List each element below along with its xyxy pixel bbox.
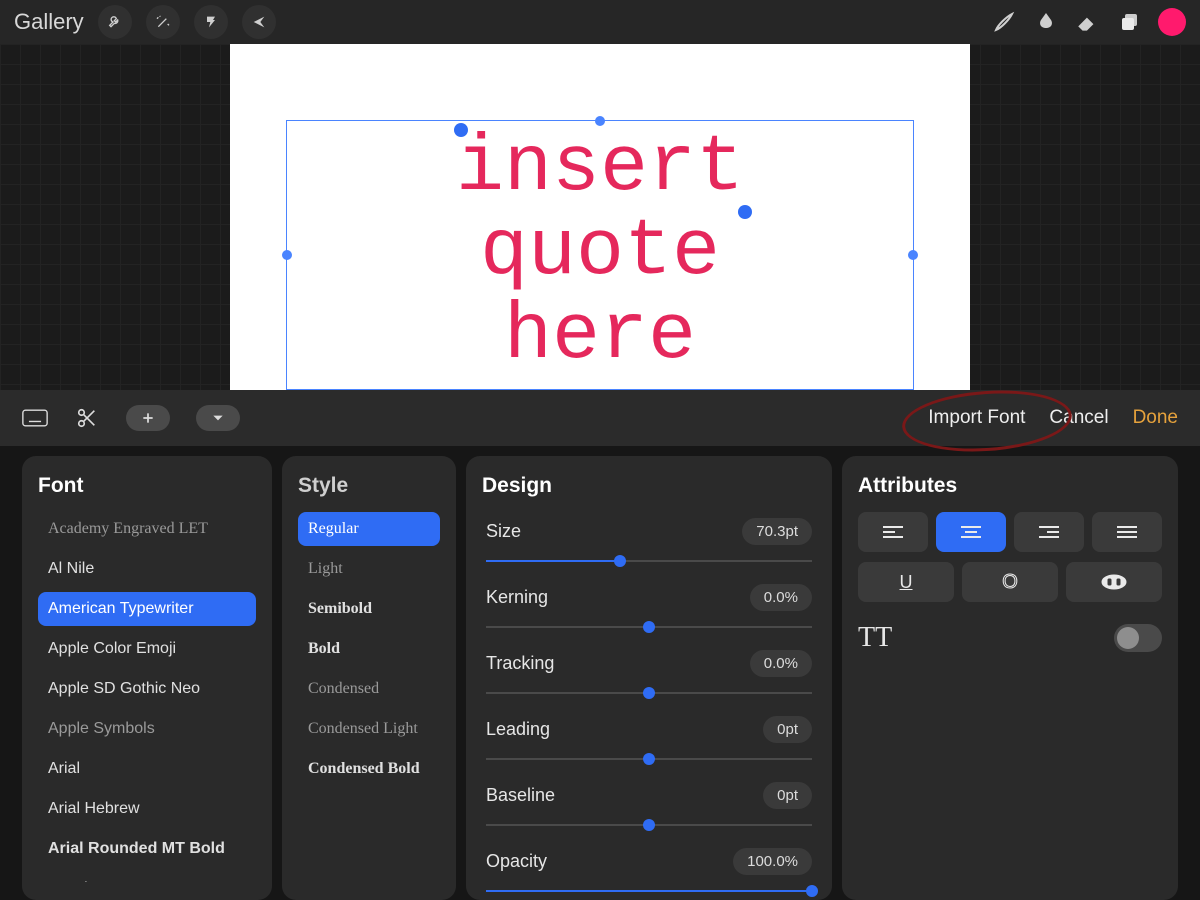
design-label: Size — [486, 521, 521, 542]
alignment-row — [858, 512, 1162, 552]
design-slider[interactable] — [486, 686, 812, 700]
style-list[interactable]: Regular Light Semibold Bold Condensed Condens… — [298, 512, 440, 786]
font-item[interactable]: Arial — [38, 752, 256, 786]
design-label: Leading — [486, 719, 550, 740]
align-left-button[interactable] — [858, 512, 928, 552]
font-item[interactable]: Apple Symbols — [38, 712, 256, 746]
attributes-panel: Attributes U O TT — [842, 456, 1178, 900]
text-caret-start[interactable] — [454, 123, 468, 137]
canvas[interactable]: insert quote here — [230, 44, 970, 390]
attributes-panel-title: Attributes — [858, 474, 1162, 498]
text-selection-box[interactable]: insert quote here — [286, 120, 914, 390]
design-row: Leading 0pt — [486, 710, 812, 748]
top-toolbar: Gallery — [0, 0, 1200, 44]
font-panel: Font Academy Engraved LET Al Nile American… — [22, 456, 272, 900]
wrench-icon[interactable] — [98, 5, 132, 39]
design-row: Baseline 0pt — [486, 776, 812, 814]
design-value[interactable]: 0.0% — [750, 584, 812, 611]
add-button[interactable] — [126, 405, 170, 431]
style-item[interactable]: Semibold — [298, 592, 440, 626]
capitals-label: TT — [858, 622, 892, 654]
gallery-button[interactable]: Gallery — [14, 9, 84, 35]
smudge-icon[interactable] — [1032, 8, 1060, 36]
style-item[interactable]: Condensed — [298, 672, 440, 706]
style-item[interactable]: Regular — [298, 512, 440, 546]
design-value[interactable]: 70.3pt — [742, 518, 812, 545]
style-row: U O — [858, 562, 1162, 602]
keyboard-icon[interactable] — [22, 405, 48, 431]
done-button[interactable]: Done — [1133, 407, 1178, 429]
text-word-3: here — [287, 295, 913, 379]
design-value[interactable]: 0.0% — [750, 650, 812, 677]
panels-container: Font Academy Engraved LET Al Nile American… — [0, 446, 1200, 900]
design-slider[interactable] — [486, 884, 812, 898]
style-item[interactable]: Condensed Bold — [298, 752, 440, 786]
font-item[interactable]: Arial Hebrew — [38, 792, 256, 826]
design-row: Size 70.3pt — [486, 512, 812, 550]
align-right-button[interactable] — [1014, 512, 1084, 552]
layers-icon[interactable] — [1116, 8, 1144, 36]
underline-button[interactable]: U — [858, 562, 954, 602]
dropdown-button[interactable] — [196, 405, 240, 431]
font-item[interactable]: Apple Color Emoji — [38, 632, 256, 666]
font-item[interactable]: Avenir — [38, 872, 256, 882]
design-value[interactable]: 0pt — [763, 716, 812, 743]
design-panel-title: Design — [482, 474, 816, 498]
wand-icon[interactable] — [146, 5, 180, 39]
text-panel-header: Import Font Cancel Done — [0, 390, 1200, 446]
text-caret-end[interactable] — [738, 205, 752, 219]
design-slider[interactable] — [486, 620, 812, 634]
eraser-icon[interactable] — [1074, 8, 1102, 36]
style-item[interactable]: Condensed Light — [298, 712, 440, 746]
design-value[interactable]: 100.0% — [733, 848, 812, 875]
design-label: Kerning — [486, 587, 548, 608]
design-label: Opacity — [486, 851, 547, 872]
style-panel: Style Regular Light Semibold Bold Condensed C… — [282, 456, 456, 900]
font-panel-title: Font — [38, 474, 256, 498]
scissors-icon[interactable] — [74, 405, 100, 431]
design-row: Kerning 0.0% — [486, 578, 812, 616]
font-list[interactable]: Academy Engraved LET Al Nile American Type… — [38, 512, 256, 882]
design-value[interactable]: 0pt — [763, 782, 812, 809]
font-item[interactable]: Apple SD Gothic Neo — [38, 672, 256, 706]
text-word-1: insert — [456, 123, 744, 214]
selection-icon[interactable] — [194, 5, 228, 39]
style-item[interactable]: Bold — [298, 632, 440, 666]
design-row: Opacity 100.0% — [486, 842, 812, 880]
capitals-toggle[interactable] — [1114, 624, 1162, 652]
design-label: Baseline — [486, 785, 555, 806]
design-slider[interactable] — [486, 554, 812, 568]
brush-icon[interactable] — [990, 8, 1018, 36]
color-picker-button[interactable] — [1158, 8, 1186, 36]
font-item[interactable]: Academy Engraved LET — [38, 512, 256, 546]
font-item[interactable]: Al Nile — [38, 552, 256, 586]
design-slider[interactable] — [486, 818, 812, 832]
arrow-icon[interactable] — [242, 5, 276, 39]
align-justify-button[interactable] — [1092, 512, 1162, 552]
align-center-button[interactable] — [936, 512, 1006, 552]
style-item[interactable]: Light — [298, 552, 440, 586]
canvas-area: insert quote here — [0, 44, 1200, 390]
text-word-2: quote — [287, 211, 913, 295]
outline-button[interactable]: O — [962, 562, 1058, 602]
design-label: Tracking — [486, 653, 554, 674]
style-panel-title: Style — [298, 474, 440, 498]
design-panel: Design Size 70.3pt Kerning 0.0% Tracking 0.0%… — [466, 456, 832, 900]
design-slider[interactable] — [486, 752, 812, 766]
design-row: Tracking 0.0% — [486, 644, 812, 682]
font-item[interactable]: Arial Rounded MT Bold — [38, 832, 256, 866]
canvas-text[interactable]: insert quote here — [287, 127, 913, 379]
font-item[interactable]: American Typewriter — [38, 592, 256, 626]
strikethrough-button[interactable] — [1066, 562, 1162, 602]
